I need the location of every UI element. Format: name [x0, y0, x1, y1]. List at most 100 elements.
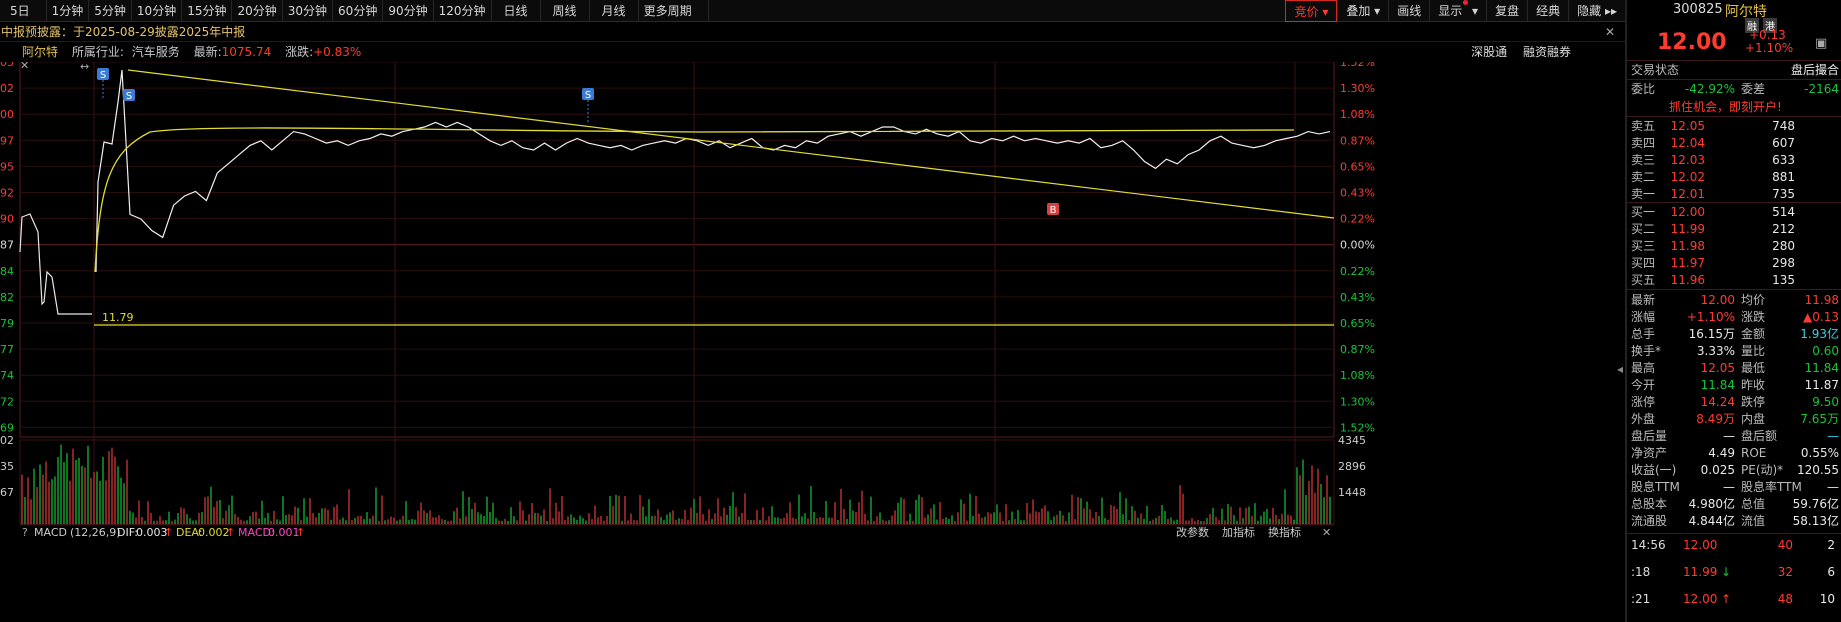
industry-value[interactable]: 汽车服务 [132, 45, 180, 59]
stat-label: 跌停 [1741, 395, 1766, 409]
buy-level-price: 11.98 [1670, 239, 1705, 253]
tick-row: 14:56 12.00 40 2 [1631, 536, 1839, 554]
period-button[interactable]: 60分钟 [333, 0, 384, 22]
toolbar-right-button[interactable]: 竞价 ▾ [1285, 0, 1338, 22]
period-button[interactable]: 1分钟 [47, 0, 90, 22]
tick-row: :21 12.00 ↑ 48 10 [1631, 590, 1839, 608]
sell-level-label: 卖二 [1631, 170, 1656, 184]
stat-value: 11.98 [1804, 293, 1839, 307]
buy-level-price: 12.00 [1670, 205, 1705, 219]
sell-marker-label: S [100, 70, 106, 81]
link-margin[interactable]: 融资融券 [1523, 45, 1571, 59]
toolbar-right-button[interactable]: 隐藏 ▸▸ [1568, 0, 1625, 22]
period-button[interactable]: 5分钟 [89, 0, 132, 22]
stat-label: 涨停 [1631, 395, 1656, 409]
intraday-chart[interactable]: 12.05 12.02 12.00 11.97 11.95 11.92 11.90 11.87… [0, 62, 1625, 622]
buy-level-row[interactable]: 买五 11.96 135 [1631, 271, 1839, 289]
toolbar-right-label: 画线 [1397, 4, 1422, 18]
add-indicator-link[interactable]: 加指标 [1222, 525, 1255, 539]
close-icon[interactable]: ✕ [1322, 526, 1331, 539]
buy-level-volume: 135 [1772, 273, 1795, 287]
stat-value: 4.844亿 [1688, 514, 1735, 528]
latest-label: 最新: [193, 45, 222, 59]
sell-level-row[interactable]: 卖四 12.04 607 [1631, 134, 1839, 152]
sell-level-row[interactable]: 卖二 12.02 881 [1631, 168, 1839, 186]
left-axis-label: 12.00 [0, 108, 14, 121]
stat-label: 盘后量 [1631, 429, 1668, 443]
stat-row: 涨幅 +1.10% 涨跌 ▲0.13 [1631, 308, 1839, 326]
buy-marker-label: B [1050, 205, 1057, 216]
tick-volume: 48 [1777, 592, 1793, 606]
right-axis-label: 0.43% [1340, 291, 1375, 304]
volume-axis-label: 735 [0, 460, 14, 473]
buy-level-row[interactable]: 买一 12.00 514 [1631, 203, 1839, 221]
left-axis-label: 11.90 [0, 213, 14, 226]
tick-arrow-icon: ↑ [1721, 592, 1732, 606]
stat-label: 股息TTM [1631, 480, 1680, 494]
stat-value: 7.65万 [1800, 412, 1839, 426]
toolbar-right-button[interactable]: 画线 [1388, 0, 1429, 22]
stat-label: 量比 [1741, 344, 1766, 358]
sell-level-row[interactable]: 卖五 12.05 748 [1631, 117, 1839, 135]
buy-level-row[interactable]: 买三 11.98 280 [1631, 237, 1839, 255]
buy-level-label: 买五 [1631, 273, 1656, 287]
stat-label: 股息率TTM [1741, 480, 1802, 494]
link-shenguhtong[interactable]: 深股通 [1471, 45, 1507, 59]
toolbar-right-button[interactable]: 叠加 ▾ [1337, 0, 1388, 22]
stat-value: 12.00 [1700, 293, 1735, 307]
stock-name: 阿尔特 [22, 45, 59, 59]
up-arrow-icon: ↑ [226, 526, 235, 539]
period-button[interactable]: 5日 [0, 0, 47, 22]
toolbar-right-label: 复盘 [1495, 4, 1520, 18]
buy-level-row[interactable]: 买四 11.97 298 [1631, 254, 1839, 272]
left-axis-label: 11.97 [0, 134, 14, 147]
right-axis-label: 0.22% [1340, 265, 1375, 278]
period-button[interactable]: 20分钟 [232, 0, 283, 22]
chart-canvas[interactable]: 12.05 12.02 12.00 11.97 11.95 11.92 11.90 11.87… [0, 62, 1625, 622]
baseline-label: 11.79 [102, 311, 134, 324]
left-axis-label: 11.87 [0, 239, 14, 252]
period-button[interactable]: 周线 [541, 0, 590, 22]
stat-value: 16.15万 [1688, 327, 1735, 341]
buy-level-row[interactable]: 买二 11.99 212 [1631, 220, 1839, 238]
period-button[interactable]: 30分钟 [283, 0, 334, 22]
period-button[interactable]: 120分钟 [434, 0, 492, 22]
expand-icon[interactable]: ↔ [80, 62, 89, 73]
stat-label: ROE [1741, 446, 1767, 460]
period-button[interactable]: 10分钟 [132, 0, 183, 22]
promo-link[interactable]: 抓住机会，即刻开户! [1669, 98, 1782, 116]
stat-label: 金额 [1741, 327, 1766, 341]
toolbar-right-button[interactable]: 经典 [1527, 0, 1568, 22]
sell-level-row[interactable]: 卖一 12.01 735 [1631, 185, 1839, 203]
wc-label: 委差 [1741, 82, 1766, 96]
stat-value: 59.76亿 [1792, 497, 1839, 511]
period-button[interactable]: 日线 [492, 0, 541, 22]
sell-level-volume: 735 [1772, 187, 1795, 201]
period-button[interactable]: 月线 [590, 0, 639, 22]
sell-level-volume: 633 [1772, 153, 1795, 167]
close-icon[interactable]: ✕ [20, 62, 29, 72]
right-axis-label: 1.08% [1340, 369, 1375, 382]
toolbar-right-button[interactable]: 复盘 [1486, 0, 1527, 22]
settings-icon[interactable]: ▣ [1815, 36, 1827, 51]
buy-level-volume: 212 [1772, 222, 1795, 236]
period-button[interactable]: 15分钟 [182, 0, 233, 22]
sell-level-volume: 607 [1772, 136, 1795, 150]
toolbar-right-button[interactable]: 显示 ▾ [1429, 0, 1486, 22]
stat-value: 1.93亿 [1800, 327, 1839, 341]
left-axis-label: 11.72 [0, 395, 14, 408]
right-axis-label: 1.52% [1340, 62, 1375, 69]
status-value: 盘后撮合 [1790, 63, 1839, 77]
right-axis-label: 1.52% [1340, 421, 1375, 434]
collapse-handle-icon[interactable]: ◂ [1617, 362, 1623, 376]
edit-params-link[interactable]: 改参数 [1176, 525, 1209, 539]
close-icon[interactable]: ✕ [1605, 22, 1615, 42]
change-indicator-link[interactable]: 换指标 [1268, 525, 1301, 539]
price-line [95, 69, 1331, 273]
dea-value: 0.002 [198, 526, 230, 539]
stat-value: 4.980亿 [1688, 497, 1735, 511]
period-button[interactable]: 90分钟 [383, 0, 434, 22]
help-icon[interactable]: ? [22, 526, 28, 539]
period-button[interactable]: 更多周期 [639, 0, 709, 22]
sell-level-row[interactable]: 卖三 12.03 633 [1631, 151, 1839, 169]
